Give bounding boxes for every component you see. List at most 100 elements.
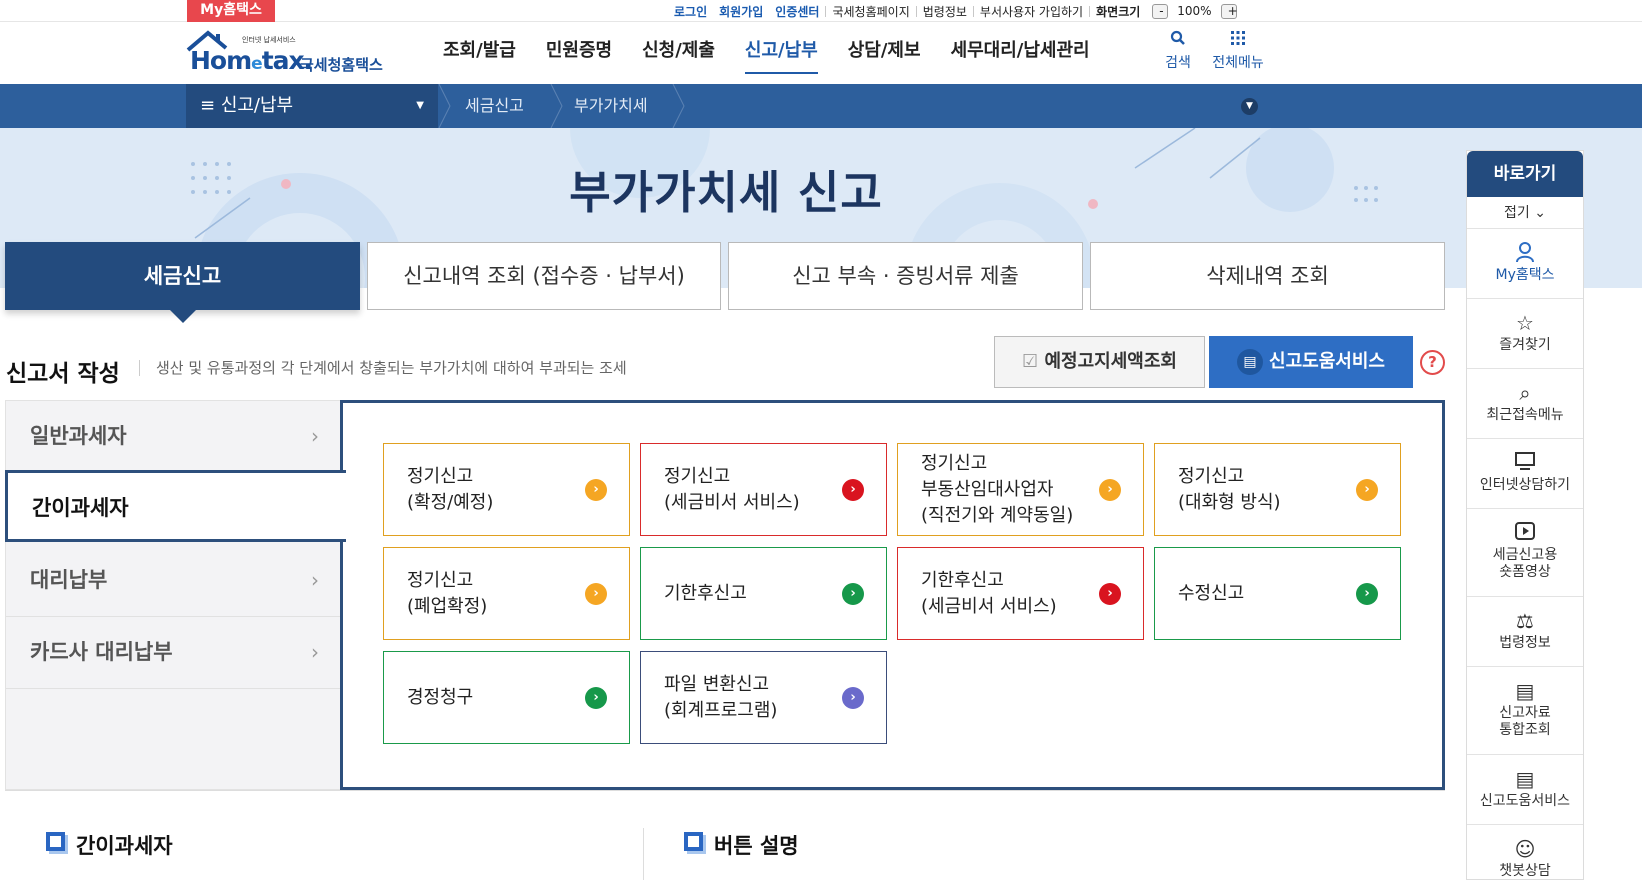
hometax-logo[interactable]: 인터넷 납세서비스 Hometax. 국세청홈택스: [184, 28, 389, 78]
gnb-item-inquiry[interactable]: 조회/발급: [428, 22, 531, 84]
item-regular-closure[interactable]: 정기신고 (폐업확정) ›: [383, 547, 630, 640]
tab-deleted-history[interactable]: 삭제내역 조회: [1090, 242, 1445, 310]
arrow-right-icon: ›: [842, 478, 864, 501]
book-icon: ▤: [1237, 349, 1264, 375]
book-icon: ▤: [1515, 679, 1535, 703]
square-bullet-icon: [684, 832, 703, 851]
zoom-out-button[interactable]: -: [1152, 3, 1169, 19]
item-regular-interactive[interactable]: 정기신고 (대화형 방식) ›: [1154, 443, 1401, 536]
book-icon: ▤: [1515, 767, 1535, 791]
law-info-link[interactable]: 법령정보: [917, 3, 973, 20]
item-label: 파일 변환신고 (회계프로그램): [664, 673, 778, 721]
breadcrumb-item-vat[interactable]: 부가가치세: [574, 84, 648, 128]
search-button[interactable]: 검색: [1148, 30, 1208, 72]
quick-item-data-inquiry[interactable]: ▤ 신고자료 통합조회: [1467, 667, 1583, 755]
zoom-in-button[interactable]: +: [1220, 3, 1238, 19]
quick-menu-fold-button[interactable]: 접기 ⌄: [1467, 197, 1583, 229]
arrow-right-icon: ›: [842, 686, 864, 709]
category-simplified-taxpayer[interactable]: 간이과세자: [5, 470, 346, 542]
all-menu-label: 전체메뉴: [1212, 55, 1264, 71]
item-regular-real-estate-lease[interactable]: 정기신고 부동산임대사업자 (직전기와 계약동일) ›: [897, 443, 1144, 536]
item-regular-final-preliminary[interactable]: 정기신고 (확정/예정) ›: [383, 443, 630, 536]
search-icon: [1148, 30, 1208, 52]
preliminary-notice-label: 예정고지세액조회: [1044, 351, 1177, 372]
gnb-item-consult[interactable]: 상담/제보: [833, 22, 936, 84]
quick-item-recent[interactable]: ⌕ 최근접속메뉴: [1467, 369, 1583, 439]
quick-item-law-info[interactable]: ⚖ 법령정보: [1467, 597, 1583, 667]
breadcrumb-item-tax-filing[interactable]: 세금신고: [465, 84, 524, 128]
item-regular-tax-secretary[interactable]: 정기신고 (세금비서 서비스) ›: [640, 443, 887, 536]
arrow-right-icon: ›: [585, 582, 607, 605]
info-title-label: 버튼 설명: [714, 834, 799, 858]
chatbot-icon: ☺: [1514, 837, 1536, 861]
item-correction-claim[interactable]: 경정청구 ›: [383, 651, 630, 744]
quick-item-label: 최근접속메뉴: [1486, 407, 1564, 423]
logo-brand: Hometax.: [190, 46, 313, 75]
arrow-right-icon: ›: [1099, 478, 1121, 501]
quick-item-chatbot[interactable]: ☺ 챗봇상담: [1467, 825, 1583, 880]
filing-item-panel: 정기신고 (확정/예정) › 정기신고 (세금비서 서비스) › 정기신고 부동…: [340, 400, 1445, 790]
tab-filing-history[interactable]: 신고내역 조회 (접수증 · 납부서): [367, 242, 721, 310]
category-card-proxy-payment[interactable]: 카드사 대리납부 ›: [6, 617, 343, 689]
signup-link[interactable]: 회원가입: [713, 3, 769, 20]
breadcrumb-main-label: 신고/납부: [220, 95, 294, 116]
user-icon: [1467, 241, 1583, 265]
category-label: 대리납부: [30, 568, 108, 592]
breadcrumb: ≡ 신고/납부 ▼ 세금신고 부가가치세 ▼: [0, 84, 1642, 128]
item-label: 수정신고: [1178, 582, 1245, 604]
screen-size-label: 화면크기: [1096, 4, 1141, 19]
chevron-right-icon: ›: [311, 568, 319, 592]
breadcrumb-divider-icon: [550, 84, 563, 128]
utility-links: 로그인 회원가입 인증센터 국세청홈페이지 법령정보 부서사용자 가입하기 화면…: [668, 0, 1243, 22]
zoom-control: - 100% +: [1146, 3, 1242, 19]
square-bullet-icon: [46, 832, 65, 851]
cert-center-link[interactable]: 인증센터: [769, 3, 825, 20]
quick-item-label: 세금신고용 숏폼영상: [1492, 547, 1558, 580]
arrow-right-icon: ›: [1356, 582, 1378, 605]
arrow-right-icon: ›: [1099, 582, 1121, 605]
item-late-filing[interactable]: 기한후신고 ›: [640, 547, 887, 640]
chevron-right-icon: ›: [311, 640, 319, 664]
filing-help-button[interactable]: ▤ 신고도움서비스: [1209, 336, 1413, 388]
filing-help-label: 신고도움서비스: [1269, 351, 1385, 372]
gnb-item-application[interactable]: 신청/제출: [627, 22, 730, 84]
quick-menu: 바로가기 접기 ⌄ My홈택스 ☆ 즐겨찾기 ⌕ 최근접속메뉴 인터넷상담하기: [1466, 150, 1584, 880]
quick-item-myhometax[interactable]: My홈택스: [1467, 229, 1583, 299]
hamburger-icon: ≡: [200, 95, 221, 116]
breadcrumb-main-select[interactable]: ≡ 신고/납부 ▼: [186, 84, 438, 128]
quick-item-online-consult[interactable]: 인터넷상담하기: [1467, 439, 1583, 509]
quick-item-favorites[interactable]: ☆ 즐겨찾기: [1467, 299, 1583, 369]
category-label: 간이과세자: [32, 496, 129, 520]
preliminary-notice-button[interactable]: ☑ 예정고지세액조회: [994, 336, 1205, 388]
dept-user-signup-link[interactable]: 부서사용자 가입하기: [974, 3, 1089, 20]
category-general-taxpayer[interactable]: 일반과세자 ›: [6, 401, 343, 473]
gavel-icon: ⚖: [1516, 609, 1534, 633]
taxpayer-category-list: 일반과세자 › 간이과세자 대리납부 › 카드사 대리납부 ›: [5, 400, 346, 790]
category-label: 카드사 대리납부: [30, 640, 173, 664]
quick-item-shortform-video[interactable]: 세금신고용 숏폼영상: [1467, 509, 1583, 597]
tab-attachment-submit[interactable]: 신고 부속 · 증빙서류 제출: [728, 242, 1083, 310]
breadcrumb-expand-button[interactable]: ▼: [1241, 98, 1258, 115]
gnb-menu: 조회/발급 민원증명 신청/제출 신고/납부 상담/제보 세무대리/납세관리: [428, 22, 1105, 84]
gnb-item-certificate[interactable]: 민원증명: [531, 22, 627, 84]
myhome-tag[interactable]: My홈택스: [187, 0, 275, 22]
nts-homepage-link[interactable]: 국세청홈페이지: [826, 3, 915, 20]
gnb-item-agent[interactable]: 세무대리/납세관리: [936, 22, 1105, 84]
section-description: 생산 및 유통과정의 각 단계에서 창출되는 부가가치에 대하여 부과되는 조세: [139, 360, 627, 376]
all-menu-button[interactable]: 전체메뉴: [1208, 30, 1268, 72]
gnb-item-filing-payment[interactable]: 신고/납부: [730, 22, 833, 84]
category-proxy-payment[interactable]: 대리납부 ›: [6, 545, 343, 617]
item-label: 기한후신고 (세금비서 서비스): [921, 569, 1057, 617]
help-question-icon[interactable]: ?: [1420, 350, 1445, 375]
item-late-filing-tax-secretary[interactable]: 기한후신고 (세금비서 서비스) ›: [897, 547, 1144, 640]
zoom-value: 100%: [1177, 4, 1212, 18]
arrow-right-icon: ›: [1356, 478, 1378, 501]
divider: [643, 828, 644, 880]
quick-item-label: 챗봇상담: [1499, 863, 1551, 879]
login-link[interactable]: 로그인: [668, 3, 713, 20]
item-amended-filing[interactable]: 수정신고 ›: [1154, 547, 1401, 640]
item-file-conversion[interactable]: 파일 변환신고 (회계프로그램) ›: [640, 651, 887, 744]
chevron-down-icon: ⌄: [1534, 205, 1546, 221]
tab-tax-filing[interactable]: 세금신고: [5, 242, 360, 323]
quick-item-filing-help[interactable]: ▤ 신고도움서비스: [1467, 755, 1583, 825]
